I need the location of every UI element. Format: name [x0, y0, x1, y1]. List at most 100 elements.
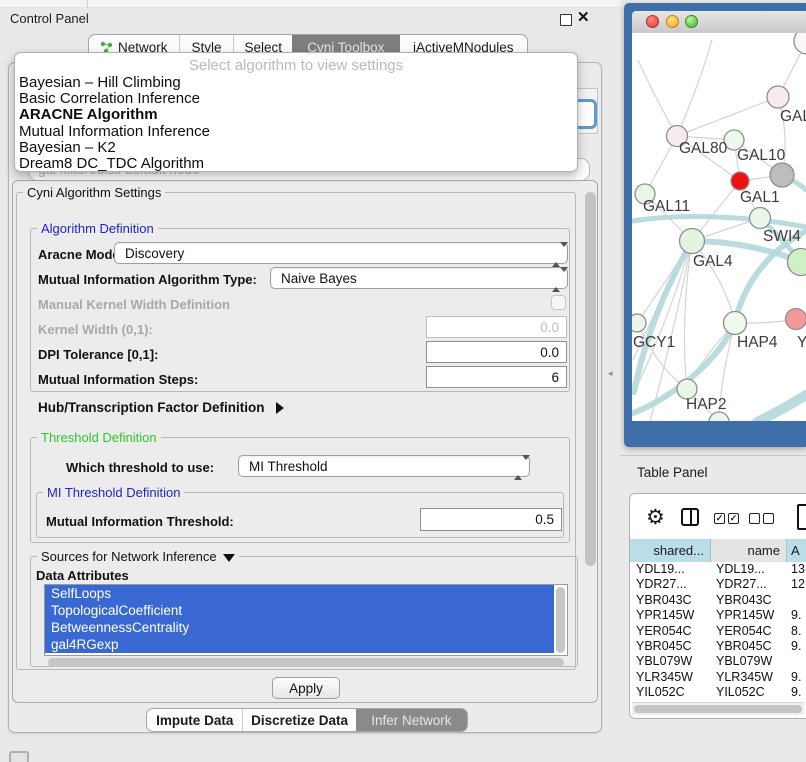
apply-button[interactable]: Apply — [272, 677, 340, 699]
vertical-scrollbar[interactable] — [585, 192, 596, 566]
data-attributes-list[interactable]: SelfLoopsTopologicalCoefficientBetweenne… — [44, 584, 568, 656]
table-cell: 9. — [791, 608, 801, 623]
network-node-label: GAL80 — [679, 140, 728, 157]
table-row[interactable]: YDR27...YDR27...12 — [630, 577, 806, 592]
table-panel-divider — [620, 455, 806, 456]
which-threshold-label: Which threshold to use: — [66, 460, 214, 475]
network-edge[interactable] — [677, 40, 712, 136]
table-row[interactable]: YLR345WYLR345W9. — [630, 670, 806, 685]
network-window-titlebar[interactable] — [632, 11, 806, 33]
algorithm-option[interactable]: Bayesian – K2 — [15, 140, 577, 156]
table-row[interactable]: YBL079W YBL079W — [630, 654, 806, 669]
table-cell: YBL079W — [716, 654, 772, 669]
network-node[interactable] — [750, 208, 771, 229]
table-row[interactable]: YDL19...YDL19...13 — [630, 562, 806, 577]
deselect-all-checkbox-icon[interactable] — [763, 513, 774, 524]
panel-title: Control Panel — [10, 11, 89, 26]
table-cell: YBL079W — [636, 654, 692, 669]
mi-threshold-label: Mutual Information Threshold: — [46, 514, 234, 529]
network-node[interactable] — [724, 312, 747, 335]
table-cell: YLR345W — [716, 670, 773, 685]
network-edge[interactable] — [677, 97, 778, 136]
column-header[interactable]: shared... — [630, 539, 711, 562]
network-node-label: GCY1 — [633, 334, 675, 351]
table-row[interactable]: YPR145WYPR145W9. — [630, 608, 806, 623]
network-node[interactable] — [767, 86, 789, 108]
deselect-all-checkbox-icon[interactable] — [749, 513, 760, 524]
sources-group-title[interactable]: Sources for Network Inference — [37, 549, 239, 564]
column-header[interactable]: A — [787, 539, 806, 562]
splitter-collapse-icon[interactable]: ◂ — [608, 368, 613, 379]
column-header[interactable]: name — [711, 539, 787, 562]
data-attributes-label: Data Attributes — [36, 568, 129, 583]
table-cell: YIL052C — [716, 685, 765, 700]
table-row[interactable]: YER054CYER054C8. — [630, 624, 806, 639]
mi-type-combo[interactable]: Naive Bayes — [270, 267, 568, 289]
network-node[interactable] — [680, 229, 705, 254]
network-node[interactable] — [794, 33, 806, 54]
network-edge-highlighted[interactable] — [757, 395, 806, 421]
algorithm-option[interactable]: Bayesian – Hill Climbing — [15, 75, 577, 91]
dpi-tolerance-value: 0.0 — [540, 345, 559, 360]
list-scrollbar[interactable] — [556, 587, 565, 653]
table-body: YDL19...YDL19...13YDR27...YDR27...12YBR0… — [630, 562, 806, 700]
network-edge[interactable] — [638, 60, 677, 136]
network-node[interactable] — [786, 309, 806, 330]
page-icon[interactable] — [797, 504, 806, 530]
tab-impute-data[interactable]: Impute Data — [147, 709, 242, 731]
manual-kernel-checkbox[interactable] — [551, 295, 566, 310]
minimize-traffic-light-icon[interactable] — [666, 15, 679, 28]
close-icon[interactable]: ✕ — [577, 8, 590, 26]
mi-steps-value: 6 — [551, 370, 559, 385]
table-horizontal-scrollbar[interactable] — [632, 702, 804, 715]
table-row[interactable]: YBR045CYBR045C9. — [630, 639, 806, 654]
table-cell: 13 — [791, 562, 805, 577]
mi-steps-field[interactable]: 6 — [426, 366, 567, 388]
tab-discretize-data[interactable]: Discretize Data — [242, 709, 355, 731]
network-node[interactable] — [632, 314, 646, 332]
mi-threshold-field[interactable]: 0.5 — [420, 508, 562, 531]
network-node[interactable] — [731, 172, 749, 190]
algorithm-option[interactable]: Dream8 DC_TDC Algorithm — [15, 156, 577, 172]
network-canvas[interactable]: GALGAL80GAL10GAL1SWI4GAL11GAL4GCY1HAP4YH… — [632, 33, 806, 421]
attribute-list-item[interactable]: BetweennessCentrality — [45, 619, 554, 636]
kernel-width-field[interactable]: 0.0 — [426, 316, 567, 338]
mi-threshold-group-title: MI Threshold Definition — [43, 485, 184, 500]
dpi-tolerance-field[interactable]: 0.0 — [426, 341, 567, 363]
select-all-checkbox-icon[interactable]: ✓ — [714, 513, 725, 524]
algorithm-option[interactable]: ARACNE Algorithm — [15, 107, 577, 123]
select-all-checkbox-icon[interactable]: ✓ — [728, 513, 739, 524]
close-traffic-light-icon[interactable] — [646, 15, 659, 28]
network-edge-highlighted[interactable] — [633, 217, 806, 227]
table-scrollbar-thumb[interactable] — [634, 705, 802, 713]
algorithm-option[interactable]: Basic Correlation Inference — [15, 91, 577, 107]
table-row[interactable]: YIL052CYIL052C9. — [630, 685, 806, 700]
table-cell: 12 — [791, 577, 805, 592]
network-node-label: GAL11 — [643, 198, 690, 215]
collapsed-panel-icon[interactable] — [9, 751, 29, 762]
aracne-mode-combo[interactable]: Discovery — [114, 242, 568, 264]
table-panel-title: Table Panel — [637, 465, 708, 480]
horizontal-scrollbar[interactable] — [48, 658, 564, 667]
zoom-traffic-light-icon[interactable] — [685, 15, 698, 28]
hub-definition-expander[interactable]: Hub/Transcription Factor Definition — [38, 400, 284, 415]
attribute-list-item[interactable]: gal4RGexp — [45, 636, 554, 653]
top-strip-divider — [87, 0, 88, 7]
table-cell: YBR043C — [636, 593, 692, 608]
bottom-tab-bar: Impute DataDiscretize DataInfer Network — [146, 708, 468, 732]
table-row[interactable]: YBR043C YBR043C — [630, 593, 806, 608]
algorithm-option[interactable]: Mutual Information Inference — [15, 124, 577, 140]
network-node-label: HAP4 — [737, 334, 778, 351]
float-window-icon[interactable] — [560, 14, 572, 26]
attribute-list-item[interactable]: SelfLoops — [45, 585, 554, 602]
attribute-list-item[interactable]: TopologicalCoefficient — [45, 602, 554, 619]
table-cell: YPR145W — [716, 608, 774, 623]
tab-infer-network[interactable]: Infer Network — [356, 709, 467, 731]
network-node[interactable] — [709, 412, 729, 421]
network-node-label: GAL4 — [693, 253, 733, 270]
network-node[interactable] — [770, 163, 794, 187]
gear-icon[interactable]: ⚙ — [646, 505, 665, 530]
column-selector-icon[interactable] — [681, 508, 699, 526]
table-cell: YBR043C — [716, 593, 772, 608]
which-threshold-combo[interactable]: MI Threshold — [238, 455, 530, 477]
